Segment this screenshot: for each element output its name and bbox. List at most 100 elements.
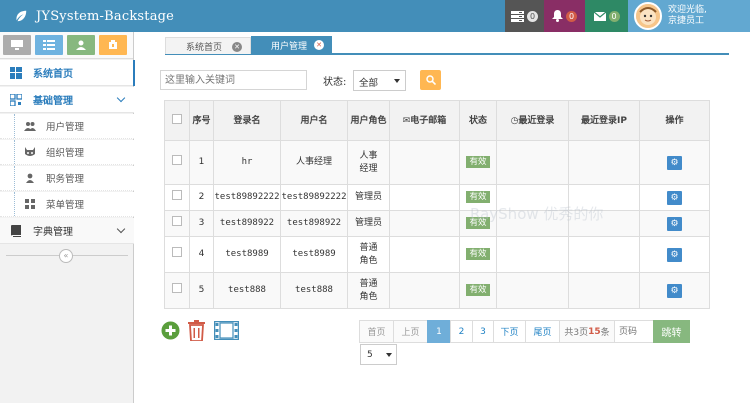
- status-badge: 有效: [466, 156, 490, 168]
- shortcut-list-button[interactable]: [35, 35, 63, 55]
- sidebar-item-dictionary[interactable]: 字典管理: [0, 218, 134, 244]
- column-header-seq: 序号: [189, 100, 214, 141]
- cell-seq: 3: [189, 210, 214, 237]
- column-header-email[interactable]: ✉电子邮箱: [389, 100, 460, 141]
- row-checkbox[interactable]: [172, 155, 182, 165]
- film-icon: [213, 320, 240, 341]
- user-icon: [76, 40, 86, 50]
- sidebar-item-label: 系统首页: [33, 69, 73, 80]
- edit-button[interactable]: ⚙: [667, 190, 682, 205]
- th-large-icon: [24, 199, 36, 209]
- envelope-icon: [593, 11, 606, 21]
- column-header-last-login[interactable]: ◷最近登录: [496, 100, 569, 141]
- shortcut-cogs-button[interactable]: [99, 35, 127, 55]
- sidebar-subitem-org[interactable]: 组织管理: [0, 140, 134, 165]
- sidebar-collapse-bar: «: [0, 249, 134, 263]
- search-input[interactable]: [160, 70, 307, 90]
- total-info: 共3页 15 条: [559, 320, 615, 343]
- collapse-icon[interactable]: «: [59, 249, 73, 263]
- column-header-last-login-label: 最近登录: [518, 115, 555, 126]
- watermark: RayShow 优秀的你: [470, 205, 604, 223]
- select-all-cell: [164, 100, 190, 141]
- edit-button[interactable]: ⚙: [667, 216, 682, 231]
- top-navbar: JYSystem-Backstage 0 0 0 欢迎光临, 京捷员工: [0, 0, 750, 32]
- cell-seq: 1: [189, 140, 214, 185]
- prev-page-button[interactable]: 上页: [393, 320, 428, 343]
- tab-label: 用户管理: [271, 42, 308, 52]
- table-row: 1 hr 人事经理 人事经理 有效 ⚙: [164, 140, 710, 185]
- tasks-button[interactable]: 0: [505, 0, 544, 32]
- search-button[interactable]: [420, 70, 441, 90]
- jump-button[interactable]: 跳转: [653, 320, 690, 343]
- page-button-1[interactable]: 1: [427, 320, 451, 343]
- column-header-login[interactable]: 登录名: [213, 100, 281, 141]
- cell-last-ip: [568, 236, 640, 273]
- last-page-button[interactable]: 尾页: [525, 320, 560, 343]
- column-header-username[interactable]: 用户名: [280, 100, 348, 141]
- plus-circle-icon: [161, 321, 180, 340]
- delete-button[interactable]: [188, 320, 205, 344]
- messages-button[interactable]: 0: [585, 0, 628, 32]
- select-all-checkbox[interactable]: [172, 113, 182, 124]
- messages-badge: 0: [608, 10, 620, 22]
- page-button-2[interactable]: 2: [450, 320, 473, 343]
- row-checkbox[interactable]: [172, 247, 182, 257]
- sidebar-item-home[interactable]: 系统首页: [0, 60, 135, 86]
- export-button[interactable]: [213, 320, 240, 343]
- cell-username: test888: [280, 272, 348, 309]
- avatar-face-icon: [636, 4, 660, 28]
- leaf-icon: [16, 10, 27, 22]
- add-button[interactable]: [161, 321, 180, 343]
- brand[interactable]: JYSystem-Backstage: [14, 0, 174, 32]
- page-number-input[interactable]: [614, 320, 654, 343]
- close-icon[interactable]: ✕: [232, 42, 242, 52]
- alerts-button[interactable]: 0: [544, 0, 585, 32]
- page-size-select[interactable]: 5: [360, 344, 397, 365]
- cell-email: [389, 236, 460, 273]
- cell-last-login: [496, 236, 569, 273]
- cell-role: 管理员: [347, 210, 390, 237]
- table-row: 2 test89892222 test89892222 管理员 有效 ⚙: [164, 184, 710, 211]
- trash-icon: [188, 320, 205, 342]
- row-checkbox[interactable]: [172, 283, 182, 293]
- status-badge: 有效: [466, 284, 490, 296]
- sidebar-subitem-users[interactable]: 用户管理: [0, 114, 134, 139]
- total-pages: 共3页: [564, 328, 589, 338]
- sidebar-subitem-label: 用户管理: [46, 122, 85, 133]
- page-button-3[interactable]: 3: [472, 320, 494, 343]
- user-menu[interactable]: 欢迎光临, 京捷员工: [628, 0, 750, 32]
- status-label: 状态:: [323, 77, 347, 88]
- cell-seq: 5: [189, 272, 214, 309]
- column-header-role[interactable]: 用户角色: [347, 100, 390, 141]
- next-page-button[interactable]: 下页: [493, 320, 526, 343]
- column-header-last-ip[interactable]: 最近登录IP: [568, 100, 640, 141]
- status-select[interactable]: 全部: [353, 70, 406, 91]
- cell-username: test8989: [280, 236, 348, 273]
- users-icon: [24, 121, 36, 131]
- sidebar-subitem-position[interactable]: 职务管理: [0, 166, 134, 191]
- row-checkbox[interactable]: [172, 216, 182, 226]
- shortcut-bar: [0, 32, 133, 59]
- edit-button[interactable]: ⚙: [667, 155, 682, 170]
- edit-button[interactable]: ⚙: [667, 283, 682, 298]
- sidebar-item-basic[interactable]: 基础管理: [0, 87, 134, 113]
- tasks-badge: 0: [527, 10, 538, 22]
- column-header-status[interactable]: 状态: [459, 100, 497, 141]
- sidebar-item-label: 基础管理: [33, 96, 73, 107]
- cell-seq: 2: [189, 184, 214, 211]
- total-unit: 条: [600, 328, 610, 338]
- cell-last-ip: [568, 140, 640, 185]
- shortcut-desktop-button[interactable]: [3, 35, 31, 55]
- close-icon[interactable]: ✕: [314, 40, 324, 50]
- shortcut-user-button[interactable]: [67, 35, 95, 55]
- first-page-button[interactable]: 首页: [359, 320, 394, 343]
- edit-button[interactable]: ⚙: [667, 247, 682, 262]
- column-header-email-label: 电子邮箱: [410, 115, 447, 126]
- row-checkbox[interactable]: [172, 190, 182, 200]
- sidebar-item-label: 字典管理: [33, 227, 73, 238]
- sidebar-subitem-menu[interactable]: 菜单管理: [0, 192, 134, 217]
- tab-home[interactable]: 系统首页 ✕: [165, 37, 251, 54]
- chevron-down-icon: [116, 93, 126, 103]
- tab-users[interactable]: 用户管理 ✕: [251, 36, 332, 55]
- desktop-icon: [11, 40, 23, 50]
